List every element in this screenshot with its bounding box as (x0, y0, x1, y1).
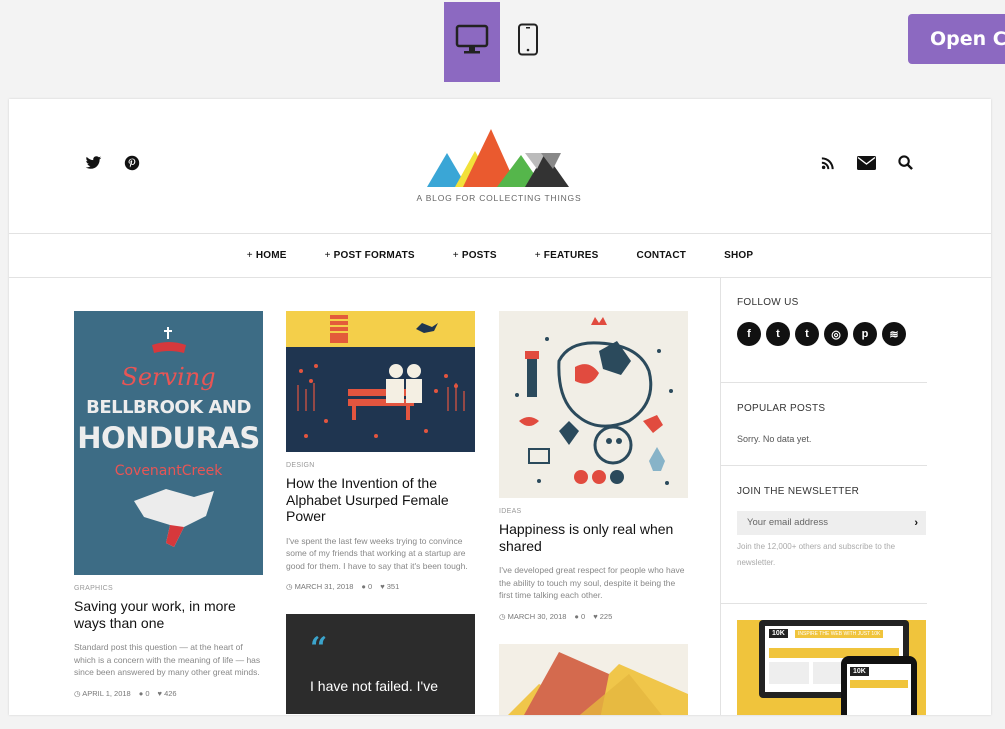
post-category[interactable]: DESIGN (286, 462, 475, 469)
shirt-text-honduras: HONDURAS (77, 421, 260, 455)
post-thumbnail-bench[interactable] (286, 311, 475, 452)
post-meta: ◷ APRIL 1, 2018 ● 0 ♥ 426 (74, 689, 263, 698)
pinterest-icon[interactable]: p (853, 322, 877, 346)
follow-heading: FOLLOW US (737, 297, 799, 308)
clock-icon: ◷ (286, 582, 293, 591)
header-social-links (85, 155, 140, 171)
comments-meta[interactable]: ● 0 (361, 582, 372, 591)
search-icon[interactable] (898, 155, 913, 170)
nav-item-home[interactable]: + HOME (247, 250, 287, 261)
post-thumbnail-abstract[interactable] (499, 643, 688, 715)
site-tagline: A BLOG FOR COLLECTING THINGS (416, 193, 582, 203)
likes-meta[interactable]: ♥ 426 (158, 689, 177, 698)
date-meta: ◷ MARCH 31, 2018 (286, 582, 354, 591)
likes-meta[interactable]: ♥ 225 (593, 612, 612, 621)
shirt-text-serving: Serving (121, 363, 216, 391)
newsletter-widget: JOIN THE NEWSLETTER Your email address ›… (721, 466, 927, 604)
post-thumbnail-illustration[interactable] (499, 311, 688, 498)
nav-item-contact[interactable]: CONTACT (637, 250, 687, 261)
ad-phone-image: 10K (841, 656, 917, 715)
twitter-icon[interactable] (85, 155, 102, 171)
date-meta: ◷ MARCH 30, 2018 (499, 611, 567, 621)
site-logo[interactable] (425, 125, 575, 196)
desktop-preview-button[interactable] (444, 2, 500, 82)
popular-empty-text: Sorry. No data yet. (737, 434, 812, 444)
mobile-preview-button[interactable] (500, 2, 556, 82)
submit-arrow-icon[interactable]: › (914, 511, 918, 535)
tumblr-icon[interactable]: t (795, 322, 819, 346)
post-title[interactable]: Saving your work, in more ways than one (74, 598, 263, 631)
follow-icons: f t t ◎ p ≋ (737, 322, 927, 346)
quote-text: I have not failed. I've (310, 678, 438, 694)
post-card: IDEAS Happiness is only real when shared… (499, 311, 688, 715)
post-card: Serving BELLBROOK AND HONDURAS CovenantC… (74, 311, 263, 698)
heart-icon: ♥ (593, 611, 598, 621)
post-meta: ◷ MARCH 31, 2018 ● 0 ♥ 351 (286, 582, 475, 591)
open-customizer-button[interactable]: Open Cu (908, 14, 1005, 64)
rss-icon[interactable] (821, 156, 835, 170)
nav-item-post-formats[interactable]: + POST FORMATS (325, 250, 415, 261)
facebook-icon[interactable]: f (737, 322, 761, 346)
newsletter-note: Join the 12,000+ others and subscribe to… (737, 542, 896, 567)
sidebar: FOLLOW US f t t ◎ p ≋ POPULAR POSTS Sorr… (720, 277, 927, 715)
date-meta: ◷ APRIL 1, 2018 (74, 688, 131, 698)
newsletter-email-field[interactable]: Your email address › (737, 511, 926, 535)
clock-icon: ◷ (74, 688, 81, 698)
post-excerpt: I've developed great respect for people … (499, 565, 685, 600)
comments-meta[interactable]: ● 0 (139, 689, 150, 698)
ad-banner[interactable]: 10K INSPIRE THE WEB WITH JUST 10K 10K (737, 620, 926, 715)
clock-icon: ◷ (499, 611, 506, 621)
spotify-icon[interactable]: ≋ (882, 322, 906, 346)
main-navigation: + HOME + POST FORMATS + POSTS + FEATURES CON… (9, 234, 991, 278)
mobile-icon (517, 23, 539, 62)
nav-item-features[interactable]: + FEATURES (535, 250, 599, 261)
ad-headline: INSPIRE THE WEB WITH JUST 10K (795, 630, 884, 638)
follow-widget: FOLLOW US f t t ◎ p ≋ (721, 277, 927, 383)
ad-widget: 10K INSPIRE THE WEB WITH JUST 10K 10K (721, 604, 927, 715)
popular-heading: POPULAR POSTS (737, 403, 826, 414)
post-excerpt: I've spent the last few weeks trying to … (286, 535, 468, 571)
post-excerpt: Standard post this question — at the hea… (74, 642, 261, 677)
heart-icon: ♥ (157, 688, 162, 698)
post-category[interactable]: GRAPHICS (74, 585, 263, 592)
post-thumbnail-shirt[interactable]: Serving BELLBROOK AND HONDURAS CovenantC… (74, 311, 263, 575)
twitter-icon[interactable]: t (766, 322, 790, 346)
heart-icon: ♥ (380, 582, 385, 591)
likes-meta[interactable]: ♥ 351 (380, 582, 399, 591)
site-header: A BLOG FOR COLLECTING THINGS (9, 99, 991, 234)
popular-posts-widget: POPULAR POSTS Sorry. No data yet. (721, 383, 927, 466)
shirt-text-covenantcreek: CovenantCreek (114, 463, 223, 479)
ad-logo: 10K (769, 629, 788, 638)
desktop-icon (455, 24, 489, 61)
comments-meta[interactable]: ● 0 (574, 612, 585, 621)
quote-mark-icon: “ (310, 631, 328, 666)
newsletter-heading: JOIN THE NEWSLETTER (737, 486, 860, 497)
post-category[interactable]: IDEAS (499, 508, 688, 515)
nav-item-shop[interactable]: SHOP (724, 250, 753, 261)
mail-icon[interactable] (857, 155, 876, 170)
nav-item-posts[interactable]: + POSTS (453, 250, 497, 261)
customizer-toolbar: Open Cu (0, 0, 1005, 90)
comment-icon: ● (138, 688, 144, 698)
comment-icon: ● (361, 582, 366, 591)
comment-icon: ● (574, 611, 579, 621)
quote-post-card[interactable]: “ I have not failed. I've (286, 614, 475, 714)
header-utility-links (821, 155, 913, 170)
post-card: DESIGN How the Invention of the Alphabet… (286, 311, 475, 714)
pinterest-icon[interactable] (124, 155, 140, 171)
shirt-text-bellbrook: BELLBROOK AND (86, 397, 251, 418)
instagram-icon[interactable]: ◎ (824, 322, 848, 346)
post-title[interactable]: How the Invention of the Alphabet Usurpe… (286, 475, 475, 525)
post-title[interactable]: Happiness is only real when shared (499, 521, 688, 554)
post-meta: ◷ MARCH 30, 2018 ● 0 ♥ 225 (499, 612, 688, 621)
site-preview: A BLOG FOR COLLECTING THINGS + HOME + POST… (9, 99, 991, 715)
